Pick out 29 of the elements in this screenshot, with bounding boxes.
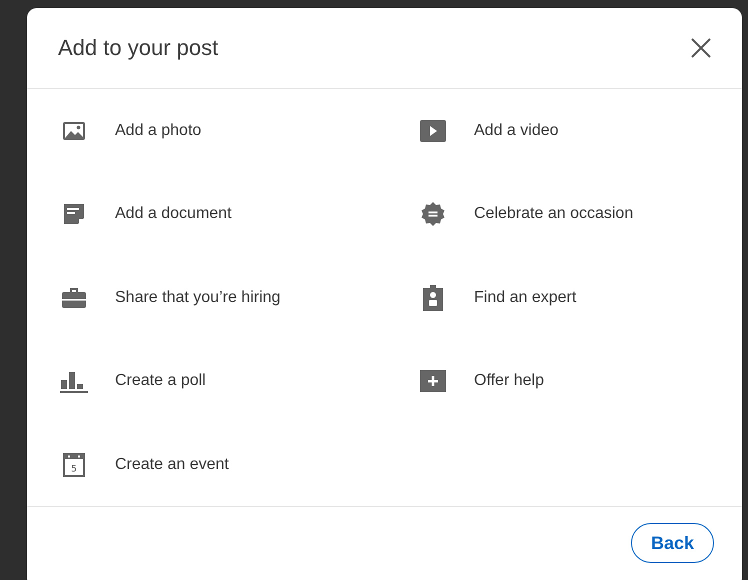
menu-item-label: Add a photo — [115, 122, 202, 140]
menu-item[interactable]: Offer help — [386, 340, 742, 423]
menu-item-label: Add a document — [115, 205, 232, 224]
calendar-icon: 5 — [62, 452, 86, 477]
badge-icon — [420, 201, 446, 228]
menu-item[interactable]: 5 Create an event — [27, 423, 386, 506]
menu-item[interactable]: Celebrate an occasion — [386, 172, 742, 256]
document-icon — [62, 202, 86, 226]
menu-item-label: Share that you’re hiring — [115, 288, 280, 307]
menu-item-label: Create a poll — [115, 372, 206, 390]
menu-item-label: Create an event — [115, 456, 229, 474]
menu-item-label: Add a video — [474, 122, 559, 140]
plus-icon — [420, 370, 446, 392]
bar-chart-icon — [60, 369, 88, 394]
play-icon — [420, 120, 446, 142]
menu-item[interactable]: Add a document — [27, 172, 386, 256]
menu-item[interactable]: Share that you’re hiring — [27, 256, 386, 340]
menu-item-label: Offer help — [474, 372, 544, 390]
back-button[interactable]: Back — [630, 523, 714, 563]
id-badge-icon — [421, 284, 445, 311]
menu-item[interactable]: Find an expert — [386, 256, 742, 340]
menu-item-label: Find an expert — [474, 288, 576, 307]
briefcase-icon — [61, 286, 87, 310]
menu-item[interactable]: Add a video — [386, 89, 742, 172]
dialog-title: Add to your post — [58, 35, 218, 61]
close-icon — [690, 37, 712, 59]
menu-item-label: Celebrate an occasion — [474, 205, 634, 224]
menu-item[interactable]: Create a poll — [27, 340, 386, 423]
menu-item[interactable]: Add a photo — [27, 89, 386, 172]
